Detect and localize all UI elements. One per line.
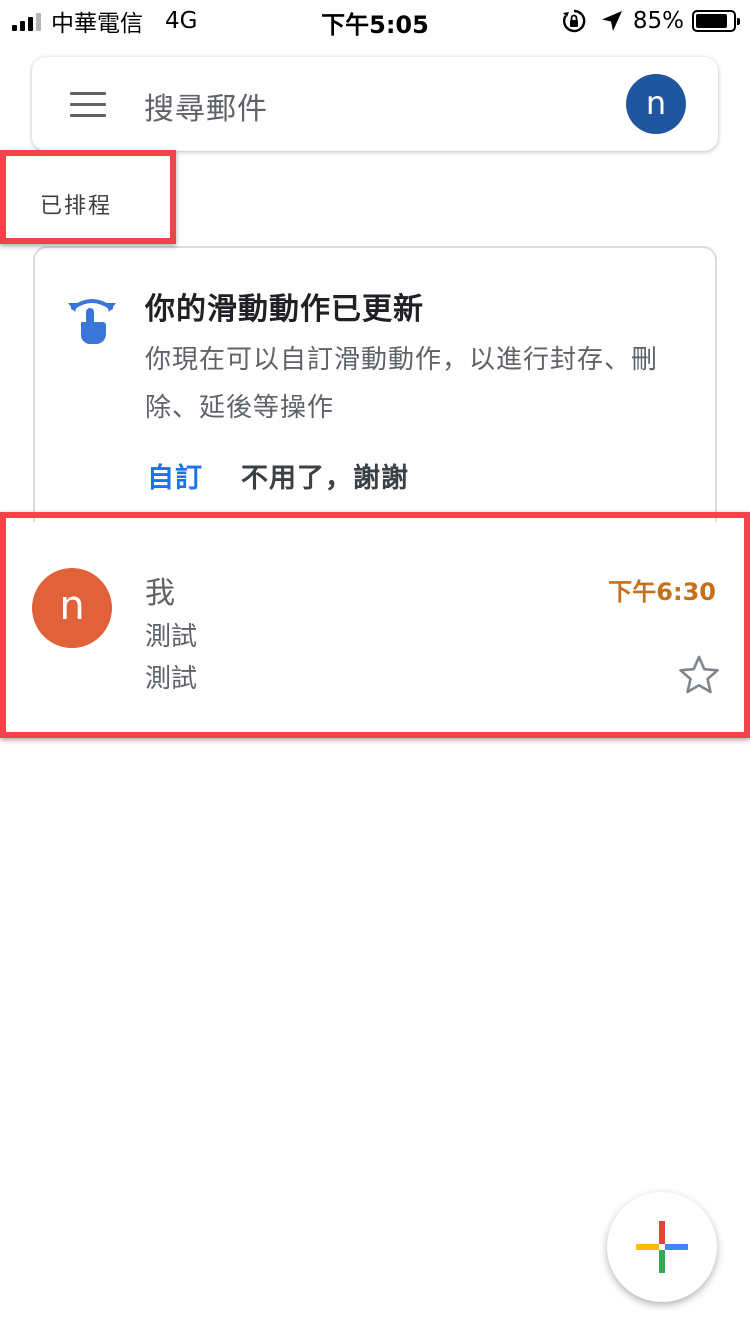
account-avatar[interactable]: n [626,74,686,134]
search-bar[interactable]: 搜尋郵件 n [32,57,718,151]
swipe-gesture-icon [68,299,116,344]
battery-percent: 85% [632,8,684,34]
battery-fill [696,14,727,28]
customize-button[interactable]: 自訂 [147,456,203,495]
swipe-tip-card: 你的滑動動作已更新 你現在可以自訂滑動動作，以進行封存、刪除、延後等操作 自訂 … [33,246,717,546]
compose-plus-icon [636,1221,688,1273]
highlight-box-section-label [0,150,176,244]
orientation-lock-icon [562,9,586,33]
tip-body: 你現在可以自訂滑動動作，以進行封存、刪除、延後等操作 [145,345,659,423]
battery-icon [692,10,740,32]
highlight-box-email-row [0,512,750,738]
tip-title: 你的滑動動作已更新 [145,292,424,327]
location-arrow-icon [601,11,622,31]
status-right: 85% [561,6,740,36]
search-input[interactable]: 搜尋郵件 [144,84,268,128]
status-bar: 中華電信 4G 下午5:05 85% [0,0,750,40]
compose-button[interactable] [607,1192,717,1302]
hamburger-menu-icon[interactable] [70,92,106,117]
dismiss-button[interactable]: 不用了，謝謝 [241,456,409,495]
